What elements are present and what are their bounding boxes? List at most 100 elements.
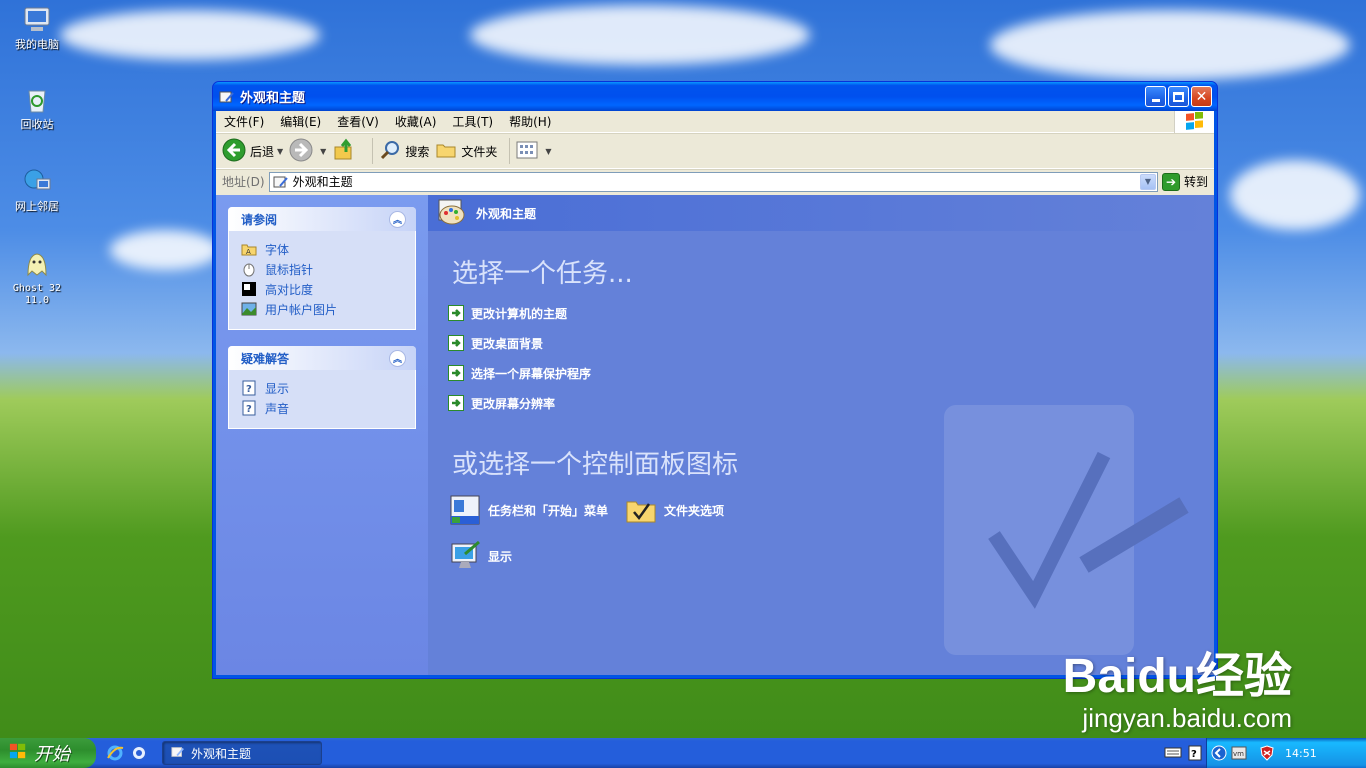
menu-bar: 文件(F) 编辑(E) 查看(V) 收藏(A) 工具(T) 帮助(H) bbox=[216, 111, 1214, 133]
help-icon[interactable]: ? bbox=[1188, 745, 1202, 761]
task-change-background[interactable]: 更改桌面背景 bbox=[448, 328, 1214, 358]
windows-flag-icon bbox=[8, 742, 28, 765]
keyboard-icon[interactable] bbox=[1164, 745, 1182, 761]
mouse-icon bbox=[241, 261, 257, 277]
folder-icon bbox=[435, 139, 457, 164]
cp-taskbar-start-menu[interactable]: 任务栏和「开始」菜单 bbox=[448, 493, 608, 527]
window-title: 外观和主题 bbox=[240, 91, 306, 106]
views-grid-icon bbox=[516, 140, 538, 163]
troubleshoot-panel: 疑难解答 ︽ ? 显示 ? 声音 bbox=[228, 346, 416, 429]
security-shield-icon[interactable] bbox=[1259, 745, 1275, 761]
cloud bbox=[1230, 160, 1360, 230]
content-area: 请参阅 ︽ A 字体 鼠标指针 高对比度 用户帐户图片 疑难解答 ︽ ? 显示 … bbox=[216, 195, 1214, 675]
see-also-high-contrast[interactable]: 高对比度 bbox=[241, 279, 403, 299]
address-bar: 地址(D) 外观和主题 ▼ ➔ 转到 bbox=[216, 169, 1214, 193]
green-arrow-icon bbox=[448, 305, 464, 321]
menu-edit[interactable]: 编辑(E) bbox=[272, 113, 329, 130]
back-arrow-icon bbox=[222, 138, 246, 165]
maximize-icon bbox=[1173, 91, 1184, 102]
tray-expand-icon[interactable] bbox=[1211, 745, 1227, 761]
folders-button[interactable]: 文件夹 bbox=[435, 139, 497, 164]
address-input[interactable]: 外观和主题 ▼ bbox=[268, 171, 1158, 192]
see-also-mouse-pointers[interactable]: 鼠标指针 bbox=[241, 259, 403, 279]
svg-text:vm: vm bbox=[1233, 750, 1244, 758]
recycle-bin-icon bbox=[21, 84, 53, 116]
troubleshoot-header[interactable]: 疑难解答 ︽ bbox=[228, 346, 416, 370]
desktop-icon-network[interactable]: 网上邻居 bbox=[0, 166, 74, 213]
baidu-logo-text: Baidu经验 bbox=[1062, 650, 1292, 703]
main-pane: 外观和主题 选择一个任务... 更改计算机的主题 更改桌面背景 选择一个屏幕保护… bbox=[428, 195, 1214, 675]
desktop-icon-recycle-bin[interactable]: 回收站 bbox=[0, 84, 74, 131]
task-change-theme[interactable]: 更改计算机的主题 bbox=[448, 298, 1214, 328]
up-button[interactable] bbox=[332, 138, 360, 165]
close-icon: ✕ bbox=[1195, 88, 1208, 105]
minimize-icon bbox=[1151, 99, 1160, 102]
go-button[interactable]: ➔ 转到 bbox=[1161, 172, 1208, 191]
troubleshoot-sound[interactable]: ? 声音 bbox=[241, 398, 403, 418]
forward-button[interactable]: ▼ bbox=[289, 138, 326, 165]
high-contrast-icon bbox=[241, 281, 257, 297]
cp-display[interactable]: 显示 bbox=[448, 539, 512, 573]
collapse-chevron-icon[interactable]: ︽ bbox=[389, 349, 406, 367]
back-dropdown-icon[interactable]: ▼ bbox=[277, 147, 283, 156]
show-desktop-icon[interactable] bbox=[130, 744, 148, 762]
ghost-icon bbox=[21, 248, 53, 280]
pick-task-heading: 选择一个任务... bbox=[452, 259, 633, 289]
menu-help[interactable]: 帮助(H) bbox=[501, 113, 559, 130]
help-icon: ? bbox=[241, 380, 257, 396]
display-icon bbox=[448, 539, 482, 573]
collapse-chevron-icon[interactable]: ︽ bbox=[389, 210, 406, 228]
baidu-jingyan-watermark: Baidu经验 jingyan.baidu.com bbox=[1063, 651, 1292, 734]
address-label: 地址(D) bbox=[222, 175, 265, 189]
menu-file[interactable]: 文件(F) bbox=[216, 113, 272, 130]
troubleshoot-display[interactable]: ? 显示 bbox=[241, 378, 403, 398]
address-value: 外观和主题 bbox=[292, 175, 353, 189]
svg-text:A: A bbox=[246, 248, 251, 256]
address-dropdown-icon[interactable]: ▼ bbox=[1139, 173, 1156, 190]
see-also-user-picture[interactable]: 用户帐户图片 bbox=[241, 299, 403, 319]
folder-options-icon bbox=[624, 493, 658, 527]
task-pane: 请参阅 ︽ A 字体 鼠标指针 高对比度 用户帐户图片 疑难解答 ︽ ? 显示 … bbox=[216, 195, 428, 675]
views-dropdown-icon[interactable]: ▼ bbox=[545, 147, 551, 156]
cloud bbox=[110, 230, 220, 270]
start-button[interactable]: 开始 bbox=[0, 738, 96, 768]
close-button[interactable]: ✕ bbox=[1191, 86, 1212, 107]
explorer-window: 外观和主题 ✕ 文件(F) 编辑(E) 查看(V) 收藏(A) 工具(T) 帮助… bbox=[212, 81, 1218, 679]
vmware-icon[interactable]: vm bbox=[1231, 745, 1247, 761]
search-button[interactable]: 搜索 bbox=[379, 139, 429, 164]
computer-icon bbox=[21, 4, 53, 36]
menu-view[interactable]: 查看(V) bbox=[329, 113, 387, 130]
green-arrow-icon bbox=[448, 335, 464, 351]
cloud bbox=[60, 10, 320, 60]
clock[interactable]: 14:51 bbox=[1285, 747, 1317, 760]
menu-favorites[interactable]: 收藏(A) bbox=[387, 113, 445, 130]
taskbar: 开始 外观和主题 ? vm 14:51 bbox=[0, 738, 1366, 768]
checklist-watermark-icon bbox=[944, 405, 1189, 655]
network-icon bbox=[21, 166, 53, 198]
forward-arrow-icon bbox=[289, 138, 313, 165]
title-bar[interactable]: 外观和主题 ✕ bbox=[213, 82, 1217, 111]
cloud bbox=[470, 5, 810, 65]
internet-explorer-icon[interactable] bbox=[106, 744, 124, 762]
desktop-icon-my-computer[interactable]: 我的电脑 bbox=[0, 4, 74, 51]
maximize-button[interactable] bbox=[1168, 86, 1189, 107]
see-also-panel: 请参阅 ︽ A 字体 鼠标指针 高对比度 用户帐户图片 bbox=[228, 207, 416, 330]
taskbar-window-button[interactable]: 外观和主题 bbox=[162, 741, 322, 765]
back-button[interactable]: 后退 ▼ bbox=[222, 138, 283, 165]
svg-text:?: ? bbox=[246, 384, 252, 395]
minimize-button[interactable] bbox=[1145, 86, 1166, 107]
cp-folder-options[interactable]: 文件夹选项 bbox=[624, 493, 724, 527]
toolbar-separator bbox=[509, 138, 511, 164]
main-header-title: 外观和主题 bbox=[476, 206, 537, 221]
fonts-folder-icon: A bbox=[241, 241, 257, 257]
views-button[interactable]: ▼ bbox=[516, 140, 552, 163]
baidu-url-text: jingyan.baidu.com bbox=[1082, 703, 1292, 733]
desktop-icon-ghost[interactable]: Ghost 32 11.0 bbox=[0, 248, 74, 307]
go-arrow-icon: ➔ bbox=[1161, 172, 1180, 191]
menu-tools[interactable]: 工具(T) bbox=[444, 113, 501, 130]
forward-dropdown-icon[interactable]: ▼ bbox=[320, 147, 326, 156]
see-also-fonts[interactable]: A 字体 bbox=[241, 239, 403, 259]
user-picture-icon bbox=[241, 301, 257, 317]
see-also-header[interactable]: 请参阅 ︽ bbox=[228, 207, 416, 231]
task-choose-screensaver[interactable]: 选择一个屏幕保护程序 bbox=[448, 358, 1214, 388]
